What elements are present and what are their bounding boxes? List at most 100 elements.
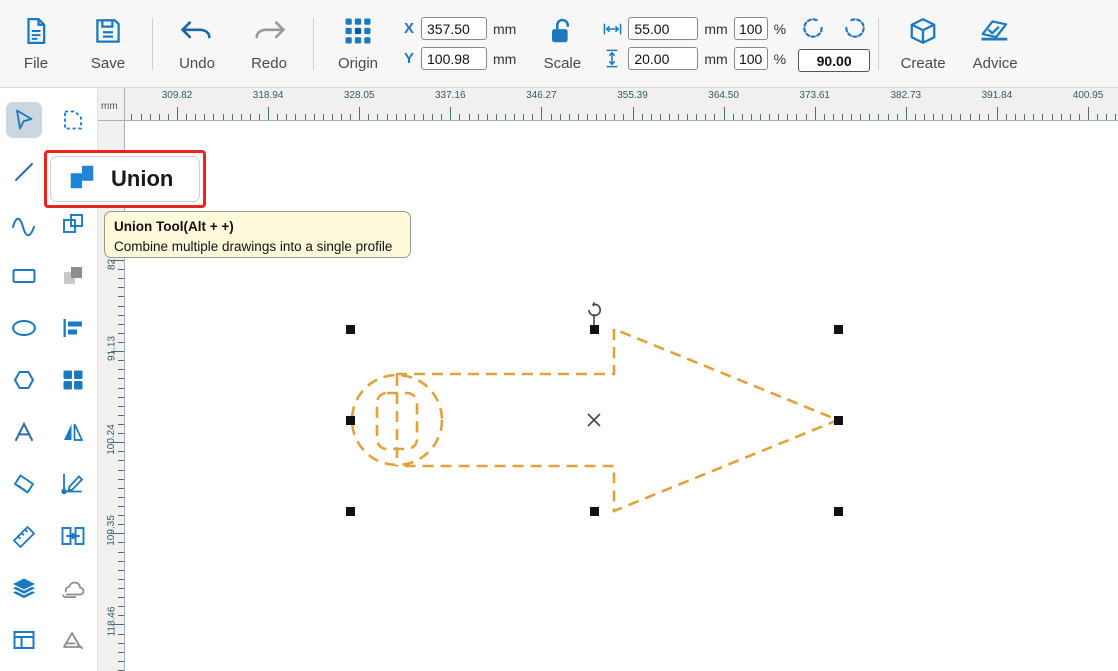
ruler-tick <box>186 114 187 120</box>
ruler-label: 100.24 <box>106 424 118 455</box>
ruler-tick <box>111 624 124 625</box>
ruler-tick <box>314 114 315 120</box>
file-button[interactable]: File <box>0 2 72 86</box>
redo-button[interactable]: Redo <box>233 2 305 86</box>
selection-handle-bottom-right[interactable] <box>834 507 843 516</box>
curve-tool[interactable] <box>0 198 49 250</box>
position-group: X 357.50 mm Y 100.98 mm <box>404 17 516 70</box>
select-tool[interactable] <box>0 94 49 146</box>
grid-array-tool[interactable] <box>49 354 98 406</box>
size-group: 55.00 mm 100 % 20.00 mm 100 % <box>602 17 786 70</box>
measure-tool[interactable] <box>0 510 49 562</box>
polygon-tool[interactable] <box>0 354 49 406</box>
ruler-tick <box>118 606 124 607</box>
drawing-canvas[interactable] <box>125 121 1118 671</box>
advice-button[interactable]: Advice <box>959 2 1031 86</box>
sketch-tool[interactable] <box>49 614 98 666</box>
ruler-label: 309.82 <box>161 90 193 101</box>
ruler-label: 400.95 <box>1072 90 1104 101</box>
rectangle-tool[interactable] <box>0 250 49 302</box>
layers-tool[interactable] <box>0 562 49 614</box>
ruler-tick <box>979 114 980 120</box>
origin-button[interactable]: Origin <box>322 2 394 86</box>
height-percent-input[interactable]: 100 <box>733 47 768 70</box>
selection-handle-bottom-left[interactable] <box>346 507 355 516</box>
selection-handle-top-center[interactable] <box>590 325 599 334</box>
ruler-tick <box>350 114 351 120</box>
ruler-tick <box>532 114 533 120</box>
ruler-tick <box>118 588 124 589</box>
ruler-label: 328.05 <box>343 90 375 101</box>
undo-button[interactable]: Undo <box>161 2 233 86</box>
ruler-tick <box>118 552 124 553</box>
rotate-counterclockwise-icon[interactable] <box>800 15 830 46</box>
ruler-tick <box>277 114 278 120</box>
rotate-clockwise-icon[interactable] <box>842 15 868 46</box>
ruler-tick <box>118 470 124 471</box>
align-tool[interactable] <box>49 302 98 354</box>
ruler-tick <box>118 570 124 571</box>
wave-icon <box>6 206 42 242</box>
ruler-label: 382.73 <box>890 90 922 101</box>
layout-tool[interactable] <box>0 614 49 666</box>
horizontal-ruler[interactable]: 309.82 318.94 328.05 337.16 346.27 355.39 364.… <box>125 88 1118 121</box>
ruler-tick <box>605 114 606 120</box>
ruler-tick <box>687 114 688 120</box>
distribute-tool[interactable] <box>49 510 98 562</box>
y-position-input[interactable]: 100.98 <box>421 47 487 70</box>
hexagon-icon <box>6 362 42 398</box>
ruler-label: 337.16 <box>435 90 466 101</box>
cloud-tool[interactable] <box>49 562 98 614</box>
ruler-tick <box>118 342 124 343</box>
trace-tool[interactable] <box>49 94 98 146</box>
intersect-icon <box>55 258 91 294</box>
unlock-icon <box>547 16 577 51</box>
edit-node-tool[interactable] <box>49 458 98 510</box>
selection-handle-top-left[interactable] <box>346 325 355 334</box>
ruler-tick <box>232 114 233 120</box>
rotation-angle-input[interactable]: 90.00 <box>798 49 871 72</box>
ruler-tick <box>118 278 124 279</box>
scale-lock-button[interactable]: Scale <box>526 2 598 86</box>
intersect-tool[interactable] <box>49 250 98 302</box>
union-button[interactable]: Union <box>50 156 200 202</box>
ruler-tick <box>660 114 661 120</box>
width-input[interactable]: 55.00 <box>628 17 699 40</box>
width-percent-input[interactable]: 100 <box>733 17 768 40</box>
ruler-tick <box>177 107 178 120</box>
eraser-tool[interactable] <box>0 458 49 510</box>
file-label: File <box>23 54 49 72</box>
ruler-tick <box>815 107 816 120</box>
line-tool[interactable] <box>0 146 49 198</box>
ellipse-tool[interactable] <box>0 302 49 354</box>
ruler-tick <box>623 114 624 120</box>
rotation-group: 90.00 <box>798 15 871 72</box>
save-button[interactable]: Save <box>72 2 144 86</box>
ruler-tick <box>696 114 697 120</box>
pencil-angle-icon <box>55 466 91 502</box>
text-tool[interactable] <box>0 406 49 458</box>
mirror-tool[interactable] <box>49 406 98 458</box>
selection-handle-middle-left[interactable] <box>346 416 355 425</box>
ruler-tick <box>906 107 907 120</box>
union-button-highlight: Union <box>44 150 206 208</box>
create-button[interactable]: Create <box>887 2 959 86</box>
ruler-tick <box>1042 114 1043 120</box>
ruler-tick <box>118 652 124 653</box>
undo-label: Undo <box>179 54 215 72</box>
ruler-tick <box>651 114 652 120</box>
height-input[interactable]: 20.00 <box>628 47 699 70</box>
ruler-tick <box>118 296 124 297</box>
tooltip-title: Union Tool(Alt + +) <box>114 219 234 234</box>
selection-handle-top-right[interactable] <box>834 325 843 334</box>
ruler-icon <box>6 518 42 554</box>
selection-handle-bottom-center[interactable] <box>590 507 599 516</box>
ruler-tick <box>118 406 124 407</box>
toolbar-divider <box>152 17 153 70</box>
selection-handle-middle-right[interactable] <box>834 416 843 425</box>
rail-row <box>0 94 97 146</box>
ruler-tick <box>778 114 779 120</box>
x-position-input[interactable]: 357.50 <box>421 17 487 40</box>
ruler-tick <box>824 114 825 120</box>
cursor-arrow-icon <box>6 102 43 138</box>
